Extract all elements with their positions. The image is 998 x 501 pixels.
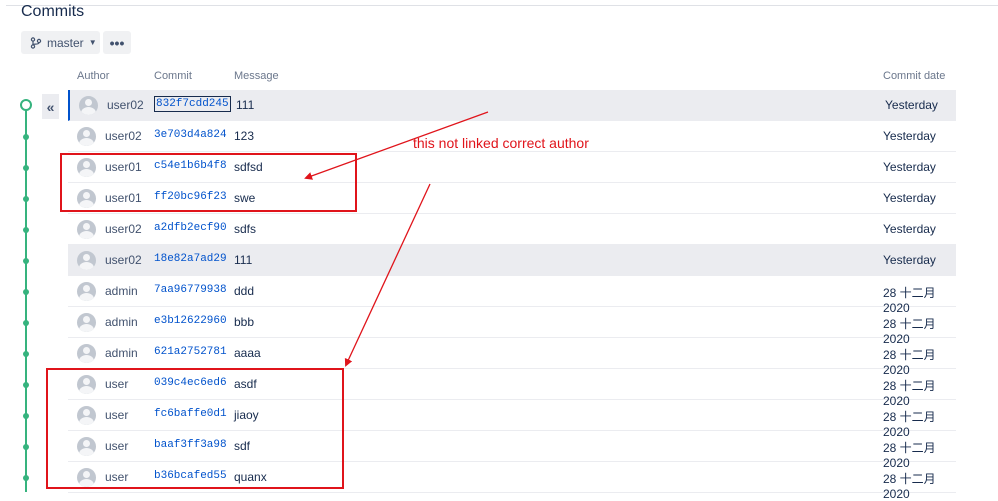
annotation-box-user [46,368,344,489]
annotation-text: this not linked correct author [413,135,589,151]
annotation-arrow-2 [344,183,431,367]
annotation-box-user01 [60,153,357,212]
